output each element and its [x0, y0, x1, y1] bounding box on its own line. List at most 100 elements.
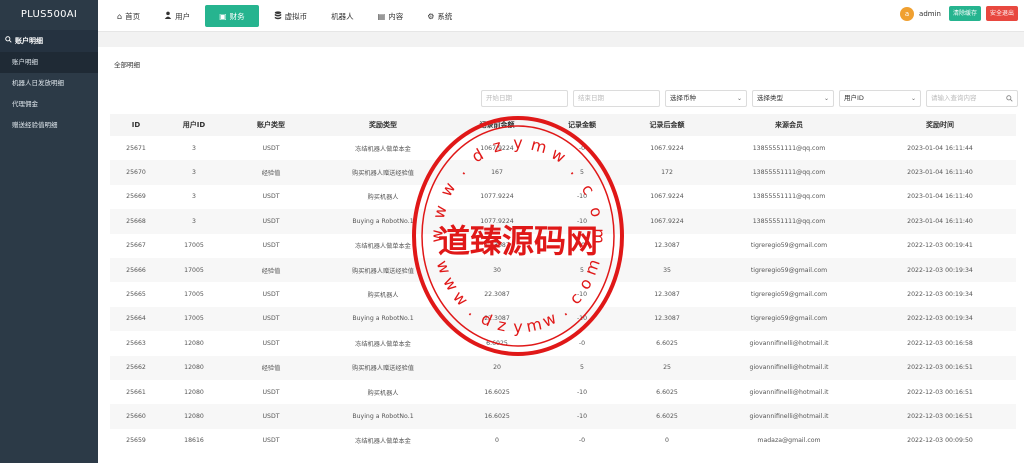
table-cell: 5 [580, 364, 584, 372]
table-row[interactable]: 25663 12080 USDT 冻结机器人做单本金 6.6025 -0 6.6025 gio… [110, 331, 1016, 355]
table-cell: 1077.9224 [480, 193, 514, 201]
table-cell: 2023-01-04 16:11:40 [907, 193, 973, 201]
table-cell: 3 [192, 169, 196, 177]
table-cell: -10 [576, 291, 588, 299]
nav-content[interactable]: ▤ 内容 [369, 5, 413, 27]
user-id-select[interactable]: 用户ID ⌄ [839, 90, 921, 107]
nav-home[interactable]: ⌂ 首页 [108, 5, 149, 27]
search-input[interactable]: 请输入查询内容 [926, 90, 1018, 107]
sidebar-section-account[interactable]: 账户明细 [0, 30, 98, 52]
table-cell: 2022-12-03 00:19:34 [907, 291, 973, 299]
table-row[interactable]: 25664 17005 USDT Buying a RobotNo.1 22.3087 -… [110, 306, 1016, 332]
nav-crypto[interactable]: 虚拟币 [265, 5, 317, 27]
nav-users[interactable]: 用户 [155, 5, 199, 27]
nav-crypto-label: 虚拟币 [284, 11, 308, 21]
table-cell: Buying a RobotNo.1 [352, 217, 414, 225]
table-cell: -10 [576, 388, 588, 396]
table-row[interactable]: 25659 18616 USDT 冻结机器人做单本金 0 -0 0 madaza@gmail.… [110, 429, 1016, 453]
table-cell: 6.6025 [486, 339, 508, 347]
table-cell: 经验值 [261, 170, 281, 178]
table-cell: 22.3087 [484, 291, 510, 299]
avatar[interactable]: a [900, 6, 915, 21]
nav-home-label: 首页 [125, 11, 141, 21]
search-icon[interactable] [1006, 91, 1013, 107]
table-cell: 18616 [184, 437, 204, 445]
table-cell: 冻结机器人做单本金 [355, 340, 411, 348]
table-cell: 25659 [126, 437, 146, 445]
sidebar-item-exp-gift[interactable]: 赠送经验值明细 [0, 115, 98, 136]
table-cell: USDT [262, 242, 280, 250]
table-cell: 172 [661, 169, 673, 177]
table-cell: 25662 [126, 364, 146, 372]
table-cell: 经验值 [261, 267, 281, 275]
table-cell: USDT [262, 388, 280, 396]
table-cell: 25664 [126, 315, 146, 323]
username[interactable]: admin [919, 10, 941, 18]
table-cell: 17005 [184, 315, 204, 323]
table-cell: 25665 [126, 291, 146, 299]
table-cell: 购买机器人赠送经验值 [352, 267, 414, 275]
table-cell: 2022-12-03 00:16:51 [907, 364, 973, 372]
end-date-input[interactable]: 结束日期 [573, 90, 660, 107]
table-cell: 2022-12-03 00:09:50 [907, 437, 973, 445]
table-row[interactable]: 25668 3 USDT Buying a RobotNo.1 1077.9224 -10… [110, 209, 1016, 234]
table-row[interactable]: 25666 17005 经验值 购买机器人赠送经验值 30 5 35 tigreregio59… [110, 257, 1016, 283]
sidebar-item-account-details[interactable]: 账户明细 [0, 52, 98, 73]
table-cell: 35 [663, 266, 671, 274]
table-cell: 购买机器人 [367, 194, 399, 202]
nav-finance[interactable]: ▣ 财务 [205, 5, 259, 27]
table-cell: -0 [578, 437, 586, 445]
sidebar-item-agent-commission[interactable]: 代理佣金 [0, 94, 98, 115]
content-icon: ▤ [377, 11, 386, 21]
logout-button[interactable]: 安全退出 [985, 6, 1018, 21]
nav-system[interactable]: ⚙ 系统 [418, 5, 461, 27]
table-cell: 2022-12-03 00:19:34 [907, 266, 973, 274]
table-header-cell: 奖励时间 [926, 121, 954, 129]
user-icon [164, 11, 172, 21]
table-cell: 16.6025 [484, 412, 510, 420]
table-cell: USDT [262, 144, 280, 152]
table-body: 25671 3 USDT 冻结机器人做单本金 1067.9224 -0 1067.9224 1… [110, 136, 1016, 453]
table-cell: tigreregio59@gmail.com [750, 291, 828, 299]
table-row[interactable]: 25671 3 USDT 冻结机器人做单本金 1067.9224 -0 1067.9224 1… [110, 136, 1016, 160]
table-row[interactable]: 25661 12080 USDT 购买机器人 16.6025 -10 6.6025 giova… [110, 380, 1016, 404]
table-cell: USDT [262, 412, 280, 420]
nav-finance-label: 财务 [229, 11, 245, 21]
table-row[interactable]: 25662 12080 经验值 购买机器人赠送经验值 20 5 25 giovannifine… [110, 355, 1016, 380]
table-cell: 12.3087 [484, 242, 510, 250]
table-cell: -0 [578, 242, 586, 250]
nav-robots[interactable]: 机器人 [322, 5, 363, 27]
currency-select[interactable]: 选择币种 ⌄ [665, 90, 747, 107]
table-row[interactable]: 25665 17005 USDT 购买机器人 22.3087 -10 12.3087 tigr… [110, 282, 1016, 306]
table-cell: 购买机器人赠送经验值 [352, 365, 414, 373]
table-cell: 17005 [184, 291, 204, 299]
clear-cache-button[interactable]: 清除缓存 [948, 6, 981, 21]
table-cell: 12.3087 [654, 315, 680, 323]
table-cell: 2022-12-03 00:16:51 [907, 412, 973, 420]
table-cell: 12080 [184, 388, 204, 396]
table-cell: -10 [576, 412, 588, 420]
table-row[interactable]: 25660 12080 USDT Buying a RobotNo.1 16.6025 -… [110, 404, 1016, 429]
table-cell: 1067.9224 [650, 144, 684, 152]
chevron-down-icon: ⌄ [910, 95, 916, 102]
table-cell: 12080 [184, 339, 204, 347]
sidebar-item-robot-daily[interactable]: 机器人日发放明细 [0, 73, 98, 94]
nav-users-label: 用户 [175, 11, 191, 21]
table-row[interactable]: 25667 17005 USDT 冻结机器人做单本金 12.3087 -0 12.3087 t… [110, 234, 1016, 258]
topbar: ⌂ 首页 用户 ▣ 财务 虚拟币 机器人 ▤ 内容 ⚙ 系统 a admin 清… [98, 0, 1024, 32]
table-row[interactable]: 25669 3 USDT 购买机器人 1077.9224 -10 1067.9224 1385… [110, 185, 1016, 209]
search-icon [5, 30, 12, 52]
type-select[interactable]: 选择类型 ⌄ [752, 90, 834, 107]
nav-robots-label: 机器人 [331, 11, 354, 21]
table-header-cell: 记录后金额 [649, 121, 685, 129]
table-cell: 17005 [184, 242, 204, 250]
table-cell: 2022-12-03 00:19:34 [907, 315, 973, 323]
table-cell: 经验值 [261, 365, 281, 373]
start-date-input[interactable]: 开始日期 [481, 90, 568, 107]
table-cell: 30 [493, 266, 501, 274]
table-row[interactable]: 25670 3 经验值 购买机器人赠送经验值 167 5 172 13855551111@qq… [110, 160, 1016, 185]
table-cell: 25669 [126, 193, 146, 201]
table-cell: -0 [578, 144, 586, 152]
table-cell: 13855551111@qq.com [752, 169, 826, 177]
table-header-cell: 奖励类型 [369, 121, 397, 129]
